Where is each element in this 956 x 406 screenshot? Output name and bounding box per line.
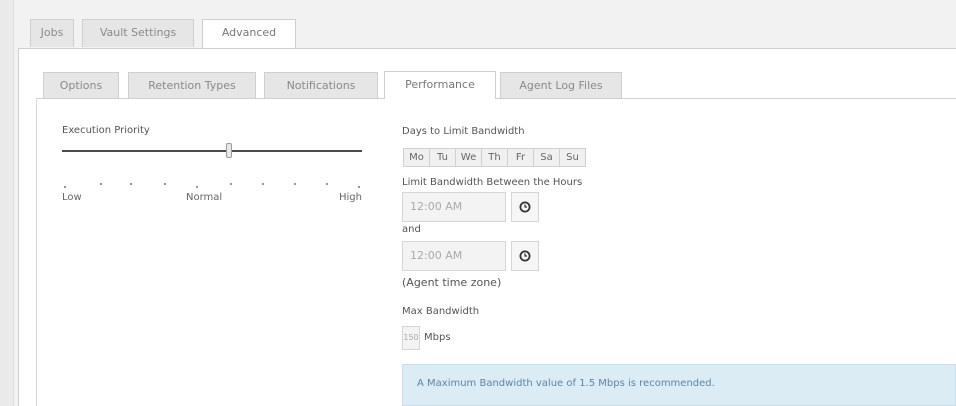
bandwidth-unit-label: Mbps [424, 332, 451, 343]
subtab-divider [36, 98, 956, 99]
tab-jobs[interactable]: Jobs [30, 19, 74, 47]
slider-tick [358, 186, 360, 188]
end-time-input[interactable]: 12:00 AM [402, 241, 506, 271]
tab-notifications[interactable]: Notifications [264, 72, 378, 98]
start-time-clock-button[interactable] [511, 192, 539, 222]
recommendation-text: A Maximum Bandwidth value of 1.5 Mbps is… [417, 378, 715, 389]
max-bandwidth-input[interactable]: 150 [402, 326, 420, 350]
execution-priority-slider-thumb[interactable] [226, 143, 232, 158]
priority-low-label: Low [62, 192, 82, 203]
and-label: and [402, 224, 421, 235]
slider-tick [164, 183, 166, 185]
day-button-su[interactable]: Su [560, 149, 585, 166]
slider-tick [262, 183, 264, 185]
slider-tick [294, 183, 296, 185]
day-button-sa[interactable]: Sa [534, 149, 560, 166]
tab-vault-settings[interactable]: Vault Settings [82, 19, 194, 47]
start-time-input[interactable]: 12:00 AM [402, 192, 506, 222]
day-button-tu[interactable]: Tu [430, 149, 456, 166]
left-edge-strip [0, 0, 14, 406]
day-button-fr[interactable]: Fr [508, 149, 534, 166]
clock-icon [519, 201, 531, 213]
tab-options[interactable]: Options [43, 72, 119, 98]
end-time-clock-button[interactable] [511, 241, 539, 271]
bandwidth-recommendation-alert: A Maximum Bandwidth value of 1.5 Mbps is… [402, 364, 956, 406]
execution-priority-slider[interactable] [62, 150, 362, 152]
tab-performance[interactable]: Performance [384, 71, 496, 99]
priority-high-label: High [339, 192, 362, 203]
limit-hours-label: Limit Bandwidth Between the Hours [402, 177, 583, 188]
slider-tick [196, 186, 198, 188]
day-button-we[interactable]: We [456, 149, 482, 166]
day-button-th[interactable]: Th [482, 149, 508, 166]
day-button-mo[interactable]: Mo [404, 149, 430, 166]
slider-tick [100, 183, 102, 185]
clock-icon [519, 250, 531, 262]
agent-time-zone-note: (Agent time zone) [402, 276, 502, 289]
tab-advanced[interactable]: Advanced [202, 19, 296, 48]
slider-tick [64, 186, 66, 188]
max-bandwidth-label: Max Bandwidth [402, 306, 480, 317]
performance-panel-border [36, 98, 37, 406]
priority-normal-label: Normal [186, 192, 223, 203]
execution-priority-label: Execution Priority [62, 125, 150, 136]
day-selector: Mo Tu We Th Fr Sa Su [403, 148, 586, 167]
tab-retention-types[interactable]: Retention Types [128, 72, 256, 98]
days-to-limit-label: Days to Limit Bandwidth [402, 126, 525, 137]
tab-agent-log-files[interactable]: Agent Log Files [500, 72, 622, 98]
slider-tick [326, 183, 328, 185]
advanced-panel [18, 48, 956, 406]
slider-tick [130, 183, 132, 185]
slider-tick [230, 183, 232, 185]
